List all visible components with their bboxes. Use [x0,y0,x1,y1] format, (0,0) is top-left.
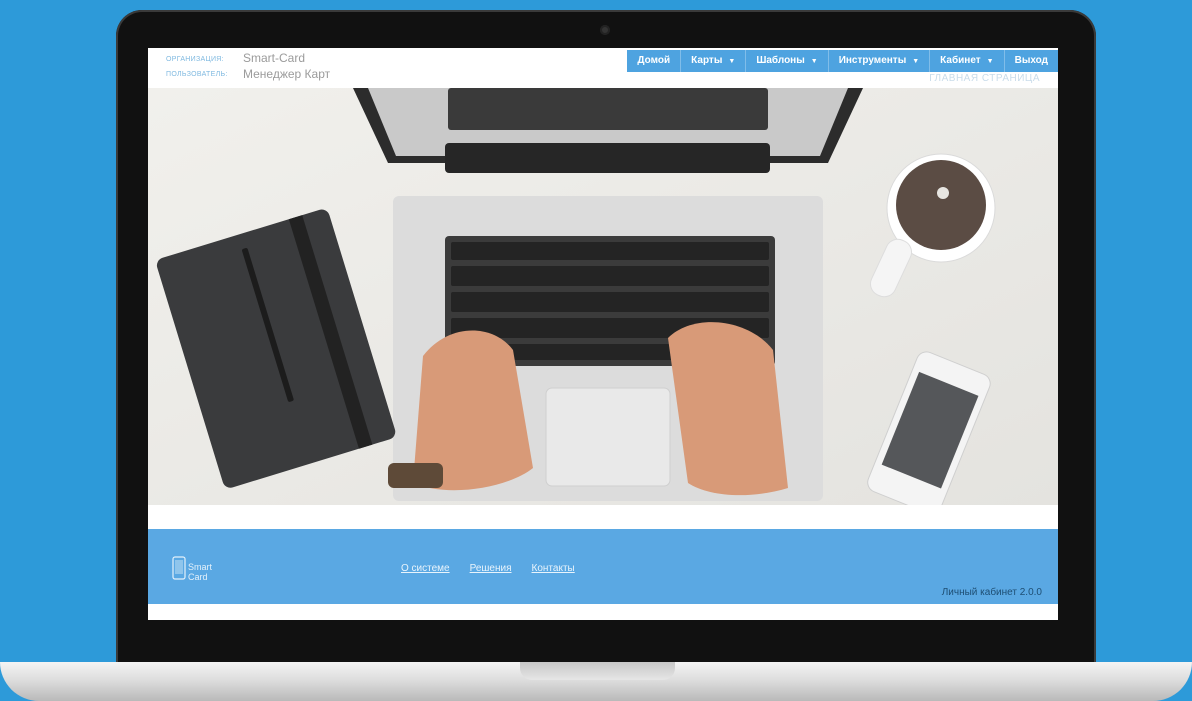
nav-cabinet[interactable]: Кабинет ▼ [930,50,1005,72]
nav-tools-label: Инструменты [838,55,907,66]
footer: Smart Card О системе Решения Контакты Ли… [148,529,1058,604]
caret-down-icon: ▼ [728,58,736,65]
nav-home-label: Домой [637,55,671,66]
header: ОРГАНИЗАЦИЯ: Smart-Card ПОЛЬЗОВАТЕЛЬ: Ме… [148,48,1058,88]
webcam [600,25,610,35]
laptop-notch [520,662,675,680]
footer-links: О системе Решения Контакты [401,563,575,574]
nav-cards-label: Карты [691,55,723,66]
main-nav: Домой Карты ▼ Шаблоны ▼ Инструменты ▼ Кабин… [627,50,1058,72]
phone-icon [172,556,186,580]
user-label: ПОЛЬЗОВАТЕЛЬ: [166,71,228,78]
desk-photo [148,88,1058,505]
nav-templates[interactable]: Шаблоны ▼ [746,50,829,72]
nav-cards[interactable]: Карты ▼ [681,50,747,72]
version-text: Личный кабинет 2.0.0 [941,587,1042,598]
logo-line-2: Card [188,572,208,582]
caret-down-icon: ▼ [810,58,818,65]
org-value: Smart-Card [243,51,306,65]
caret-down-icon: ▼ [912,58,920,65]
nav-logout-label: Выход [1014,55,1048,66]
nav-templates-label: Шаблоны [756,55,805,66]
org-label: ОРГАНИЗАЦИЯ: [166,56,224,63]
nav-cabinet-label: Кабинет [940,55,981,66]
hero-image [148,88,1058,505]
nav-tools[interactable]: Инструменты ▼ [829,50,931,72]
screen: ОРГАНИЗАЦИЯ: Smart-Card ПОЛЬЗОВАТЕЛЬ: Ме… [148,48,1058,620]
user-value: Менеджер Карт [243,67,331,81]
logo-text: Smart Card [188,562,212,582]
footer-logo[interactable]: Smart Card [172,554,232,586]
caret-down-icon: ▼ [986,58,994,65]
footer-link-solutions[interactable]: Решения [470,563,512,574]
nav-home[interactable]: Домой [627,50,682,72]
footer-link-contacts[interactable]: Контакты [532,563,575,574]
footer-link-about[interactable]: О системе [401,563,450,574]
logo-line-1: Smart [188,562,213,572]
breadcrumb: ГЛАВНАЯ СТРАНИЦА [929,73,1040,84]
nav-logout[interactable]: Выход [1005,50,1058,72]
